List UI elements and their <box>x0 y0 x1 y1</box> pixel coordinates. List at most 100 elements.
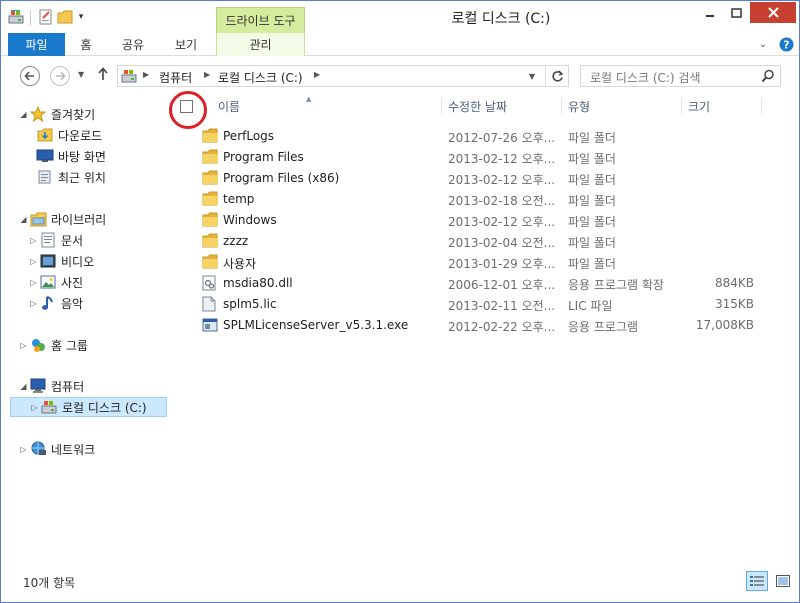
collapsed-arrow-icon[interactable]: ▷ <box>28 299 39 308</box>
tab-share[interactable]: 공유 <box>114 33 152 56</box>
tree-item-pictures[interactable]: ▷ 사진 <box>28 272 83 292</box>
minimize-button[interactable] <box>696 2 723 23</box>
details-view-button[interactable] <box>746 571 768 591</box>
tree-item-network[interactable]: ▷ 네트워크 <box>18 439 95 459</box>
breadcrumb-chevron-icon[interactable]: ▶ <box>314 70 320 79</box>
file-modified: 2013-02-04 오전... <box>448 236 556 250</box>
collapsed-arrow-icon[interactable]: ▷ <box>28 236 39 245</box>
column-header-name[interactable]: 이름 <box>218 96 438 116</box>
maximize-button[interactable] <box>723 2 750 23</box>
address-bar[interactable]: ▶ 컴퓨터 ▶ 로컬 디스크 (C:) ▶ <box>117 65 569 87</box>
file-type: 파일 폴더 <box>568 194 616 208</box>
tree-item-downloads[interactable]: 다운로드 <box>36 125 102 145</box>
breadcrumb-computer[interactable]: 컴퓨터 <box>159 69 192 86</box>
column-divider[interactable] <box>681 98 682 116</box>
tree-item-desktop[interactable]: 바탕 화면 <box>36 146 106 166</box>
forward-button[interactable] <box>50 66 70 86</box>
properties-icon[interactable] <box>37 9 54 26</box>
file-row[interactable]: temp 2013-02-18 오전... 파일 폴더 <box>198 189 758 210</box>
tab-view[interactable]: 보기 <box>167 33 205 56</box>
column-divider[interactable] <box>441 98 442 116</box>
file-row[interactable]: Program Files (x86) 2013-02-12 오후... 파일 폴더 <box>198 168 758 189</box>
address-history-chevron-icon[interactable]: ▼ <box>523 66 541 86</box>
file-list: ▲ 이름 수정한 날짜 유형 크기 PerfLogs 2012-07-26 오후.… <box>168 91 799 568</box>
star-icon <box>29 106 47 122</box>
collapsed-arrow-icon[interactable]: ▷ <box>28 278 39 287</box>
annotation-circle <box>169 91 207 129</box>
file-modified: 2013-01-29 오후... <box>448 257 556 271</box>
file-type: LIC 파일 <box>568 299 613 313</box>
expanded-arrow-icon[interactable]: ◢ <box>18 382 29 391</box>
breadcrumb-chevron-icon[interactable]: ▶ <box>204 70 210 79</box>
tree-item-videos[interactable]: ▷ 비디오 <box>28 251 94 271</box>
file-name: temp <box>223 192 255 206</box>
expanded-arrow-icon[interactable]: ◢ <box>18 215 29 224</box>
tree-item-computer[interactable]: ◢ 컴퓨터 <box>18 376 84 396</box>
breadcrumb-local-disk[interactable]: 로컬 디스크 (C:) <box>218 69 303 86</box>
file-type: 파일 폴더 <box>568 215 616 229</box>
file-modified: 2012-07-26 오후... <box>448 131 556 145</box>
drive-tools-context-tab: 드라이브 도구 <box>216 7 305 33</box>
collapsed-arrow-icon[interactable]: ▷ <box>28 257 39 266</box>
drive-icon[interactable] <box>7 9 24 26</box>
file-modified: 2013-02-12 오후... <box>448 173 556 187</box>
tree-item-homegroup[interactable]: ▷ 홈 그룹 <box>18 335 88 355</box>
expand-ribbon-chevron-icon[interactable]: ⌄ <box>754 36 772 53</box>
file-name: 사용자 <box>223 257 257 271</box>
tree-item-label: 비디오 <box>61 254 95 269</box>
search-icon[interactable] <box>761 69 775 86</box>
tab-manage[interactable]: 관리 <box>216 33 305 56</box>
folder-icon <box>202 191 219 207</box>
tab-home[interactable]: 홈 <box>70 33 102 56</box>
expanded-arrow-icon[interactable]: ◢ <box>18 110 29 119</box>
tree-item-recent-places[interactable]: 최근 위치 <box>36 167 106 187</box>
tree-item-favorites[interactable]: ◢ 즐겨찾기 <box>18 104 95 124</box>
homegroup-icon <box>29 337 47 353</box>
collapsed-arrow-icon[interactable]: ▷ <box>18 341 29 350</box>
title-bar: ▾ 드라이브 도구 로컬 디스크 (C:) <box>1 1 799 33</box>
file-row[interactable]: splm5.lic 2013-02-11 오전... LIC 파일 315KB <box>198 294 758 315</box>
column-header-size[interactable]: 크기 <box>688 96 758 116</box>
help-button[interactable]: ? <box>778 36 795 53</box>
file-row[interactable]: SPLMLicenseServer_v5.3.1.exe 2012-02-22 오… <box>198 315 758 336</box>
file-row[interactable]: 사용자 2013-01-29 오후... 파일 폴더 <box>198 252 758 273</box>
file-row[interactable]: Windows 2013-02-12 오후... 파일 폴더 <box>198 210 758 231</box>
up-button[interactable] <box>97 67 109 85</box>
file-type: 파일 폴더 <box>568 131 616 145</box>
recent-locations-chevron-icon[interactable]: ▼ <box>78 70 84 79</box>
column-header-modified[interactable]: 수정한 날짜 <box>448 96 558 116</box>
search-box[interactable]: 로컬 디스크 (C:) 검색 <box>580 65 781 87</box>
documents-icon <box>39 232 57 248</box>
large-icons-view-button[interactable] <box>772 571 794 591</box>
refresh-button[interactable] <box>545 66 568 86</box>
file-name: splm5.lic <box>223 297 277 311</box>
window-title: 로컬 디스크 (C:) <box>451 11 551 27</box>
new-folder-icon[interactable] <box>56 9 73 26</box>
customize-toolbar-chevron-icon[interactable]: ▾ <box>75 12 87 22</box>
search-input[interactable]: 로컬 디스크 (C:) 검색 <box>590 69 701 86</box>
column-divider[interactable] <box>561 98 562 116</box>
collapsed-arrow-icon[interactable]: ▷ <box>18 445 29 454</box>
file-row[interactable]: zzzz 2013-02-04 오전... 파일 폴더 <box>198 231 758 252</box>
file-row[interactable]: msdia80.dll 2006-12-01 오후... 응용 프로그램 확장 884… <box>198 273 758 294</box>
tree-item-libraries[interactable]: ◢ 라이브러리 <box>18 209 106 229</box>
file-row[interactable]: Program Files 2013-02-12 오후... 파일 폴더 <box>198 147 758 168</box>
tree-item-local-disk[interactable]: ▷ 로컬 디스크 (C:) <box>10 397 167 417</box>
file-type: 응용 프로그램 <box>568 320 639 334</box>
file-name: PerfLogs <box>223 129 275 143</box>
file-name: Program Files <box>223 150 304 164</box>
collapsed-arrow-icon[interactable]: ▷ <box>29 403 40 412</box>
folder-icon <box>202 128 219 144</box>
breadcrumb-chevron-icon[interactable]: ▶ <box>143 70 149 79</box>
tab-file[interactable]: 파일 <box>8 33 65 56</box>
file-type: 파일 폴더 <box>568 173 616 187</box>
column-divider[interactable] <box>761 98 762 116</box>
tree-item-documents[interactable]: ▷ 문서 <box>28 230 83 250</box>
column-header-type[interactable]: 유형 <box>568 96 678 116</box>
close-button[interactable] <box>750 2 796 23</box>
svg-text:?: ? <box>783 39 789 52</box>
back-button[interactable] <box>20 66 40 86</box>
file-modified: 2013-02-11 오전... <box>448 299 556 313</box>
file-row[interactable]: PerfLogs 2012-07-26 오후... 파일 폴더 <box>198 126 758 147</box>
tree-item-music[interactable]: ▷ 음악 <box>28 293 83 313</box>
